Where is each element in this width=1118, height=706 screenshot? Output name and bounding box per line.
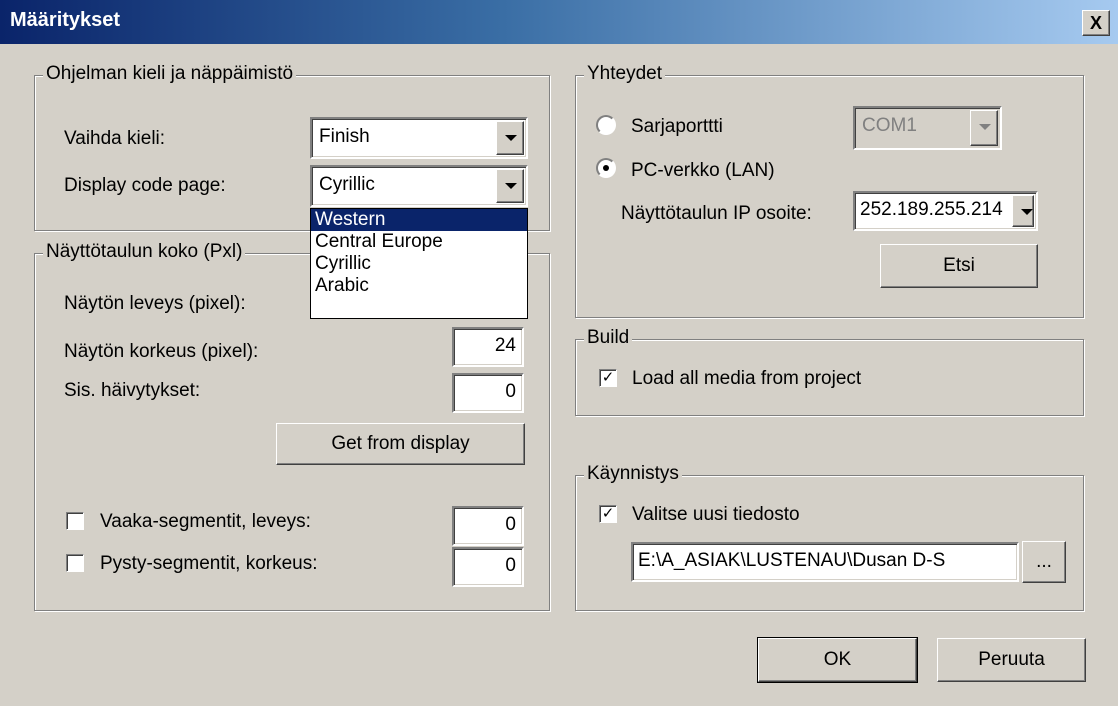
load-media-label: Load all media from project bbox=[632, 368, 862, 389]
code-page-select[interactable]: Cyrillic bbox=[310, 165, 528, 207]
chevron-down-icon[interactable] bbox=[496, 169, 524, 203]
search-button[interactable]: Etsi bbox=[880, 244, 1038, 288]
code-page-option-central-europe[interactable]: Central Europe bbox=[311, 231, 527, 253]
cancel-button[interactable]: Peruuta bbox=[937, 638, 1086, 682]
change-language-label: Vaihda kieli: bbox=[64, 128, 166, 149]
code-page-label: Display code page: bbox=[64, 175, 226, 196]
file-path-field[interactable]: E:\A_ASIAK\LUSTENAU\Dusan D-S bbox=[631, 542, 1019, 582]
horizontal-segments-checkbox[interactable] bbox=[66, 512, 84, 530]
window-title: Määritykset bbox=[10, 9, 121, 31]
ok-button[interactable]: OK bbox=[757, 637, 918, 683]
change-language-select[interactable]: Finish bbox=[310, 117, 528, 159]
display-height-field[interactable]: 24 bbox=[452, 327, 524, 367]
ip-address-select[interactable]: 252.189.255.214 bbox=[853, 191, 1038, 231]
vertical-segments-value: 0 bbox=[505, 555, 516, 576]
horizontal-segments-label: Vaaka-segmentit, leveys: bbox=[100, 511, 311, 532]
new-file-label: Valitse uusi tiedosto bbox=[632, 504, 800, 525]
chevron-down-icon[interactable] bbox=[496, 121, 524, 155]
code-page-option-western[interactable]: Western bbox=[311, 209, 527, 231]
vertical-segments-field[interactable]: 0 bbox=[452, 547, 524, 587]
close-button[interactable]: X bbox=[1082, 10, 1110, 36]
radio-selected-dot bbox=[603, 165, 609, 171]
file-path-value: E:\A_ASIAK\LUSTENAU\Dusan D-S bbox=[638, 550, 946, 571]
ip-address-value: 252.189.255.214 bbox=[860, 199, 1003, 220]
build-group-legend: Build bbox=[584, 327, 633, 349]
vertical-segments-label: Pysty-segmentit, korkeus: bbox=[100, 553, 318, 574]
fades-field[interactable]: 0 bbox=[452, 373, 524, 413]
lan-radio[interactable] bbox=[596, 158, 616, 178]
chevron-down-icon[interactable] bbox=[1012, 195, 1034, 227]
load-media-checkbox[interactable]: ✓ bbox=[599, 369, 617, 387]
horizontal-segments-field[interactable]: 0 bbox=[452, 506, 524, 546]
lan-label: PC-verkko (LAN) bbox=[631, 160, 775, 181]
get-from-display-button[interactable]: Get from display bbox=[276, 423, 525, 465]
browse-button[interactable]: ... bbox=[1022, 541, 1066, 583]
code-page-option-cyrillic[interactable]: Cyrillic bbox=[311, 253, 527, 275]
fades-value: 0 bbox=[505, 381, 516, 402]
display-height-value: 24 bbox=[494, 335, 516, 356]
title-bar: Määritykset X bbox=[0, 0, 1118, 44]
com-port-value: COM1 bbox=[862, 115, 917, 136]
code-page-dropdown-list: Western Central Europe Cyrillic Arabic bbox=[310, 208, 528, 319]
change-language-value: Finish bbox=[319, 126, 370, 147]
horizontal-segments-value: 0 bbox=[505, 514, 516, 535]
serial-port-radio[interactable] bbox=[596, 115, 616, 135]
vertical-segments-checkbox[interactable] bbox=[66, 554, 84, 572]
display-width-label: Näytön leveys (pixel): bbox=[64, 293, 246, 314]
display-size-group-legend: Näyttötaulun koko (Pxl) bbox=[43, 241, 246, 263]
language-group-legend: Ohjelman kieli ja näppäimistö bbox=[43, 63, 297, 85]
ip-address-label: Näyttötaulun IP osoite: bbox=[621, 203, 812, 224]
serial-port-label: Sarjaporttti bbox=[631, 116, 723, 137]
startup-group-legend: Käynnistys bbox=[584, 463, 682, 485]
code-page-value: Cyrillic bbox=[319, 174, 375, 195]
fades-label: Sis. häivytykset: bbox=[64, 380, 201, 401]
connections-group-legend: Yhteydet bbox=[584, 63, 665, 85]
new-file-checkbox[interactable]: ✓ bbox=[599, 505, 617, 523]
chevron-down-icon[interactable] bbox=[970, 110, 998, 146]
com-port-select[interactable]: COM1 bbox=[853, 106, 1002, 150]
code-page-option-arabic[interactable]: Arabic bbox=[311, 275, 527, 297]
display-height-label: Näytön korkeus (pixel): bbox=[64, 341, 259, 362]
